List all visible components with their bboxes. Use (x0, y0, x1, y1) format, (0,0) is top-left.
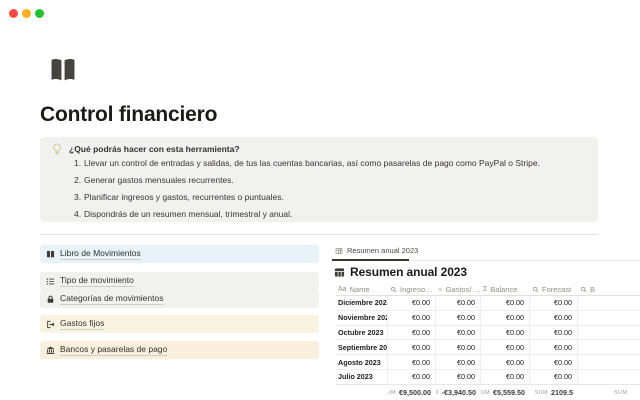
formula-property-icon: Σ (483, 286, 487, 293)
column-header-forecast[interactable]: Forecast (530, 285, 578, 294)
column-header-name[interactable]: Aa Name (336, 285, 388, 294)
footer-sum-ingresos[interactable]: UM €9,500.00 (388, 388, 436, 397)
table-view-icon (335, 247, 343, 255)
magnifier-icon (580, 286, 587, 293)
page-link-label: Libro de Movimientos (60, 248, 141, 260)
column-header-ingresos[interactable]: Ingreso… (388, 285, 436, 294)
page-link-tipo-de-movimiento[interactable]: Tipo de movimiento (40, 272, 319, 290)
table-footer-row: UM €9,500.00 SUM -€3,940.50 SUM €5,559.5… (336, 384, 640, 400)
tab-label: Resumen anual 2023 (347, 246, 418, 255)
page-link-label: Bancos y pasarelas de pago (60, 344, 167, 356)
close-window-button[interactable] (9, 9, 18, 18)
sign-out-icon (46, 320, 55, 329)
table-row[interactable]: Julio 2023 €0.00 €0.00 €0.00 €0.00 (336, 370, 640, 385)
footer-sum-balance[interactable]: SUM €5,559.50 (481, 388, 530, 397)
table-row[interactable]: Septiembre 2023 €0.00 €0.00 €0.00 €0.00 (336, 340, 640, 355)
table-header-row: Aa Name Ingreso… Gastos/ … Σ Balance (336, 283, 640, 296)
notion-window: Control financiero ¿Qué podrás hacer con… (0, 0, 640, 400)
active-tab-underline (332, 259, 409, 261)
lightbulb-icon (52, 143, 62, 155)
lock-icon (46, 295, 55, 304)
database-title-text: Resumen anual 2023 (350, 265, 467, 279)
tab-resumen-anual[interactable]: Resumen anual 2023 (332, 246, 421, 255)
page-link-bancos-y-pasarelas[interactable]: Bancos y pasarelas de pago (40, 341, 319, 359)
collection-view: Resumen anual 2023 Resumen anual 2023 Aa… (330, 245, 640, 400)
callout-block: ¿Qué podrás hacer con esta herramienta? … (40, 137, 598, 222)
column-header-b[interactable]: B (578, 285, 640, 294)
view-tabbar: Resumen anual 2023 (330, 245, 640, 261)
table-row[interactable]: Diciembre 2023 €0.00 €0.00 €0.00 €0.00 (336, 296, 640, 311)
table-row[interactable]: Noviembre 2023 €0.00 €0.00 €0.00 €0.00 (336, 311, 640, 326)
magnifier-icon (532, 286, 539, 293)
callout-list-item: 3.Planificar ingresos y gastos, recurren… (74, 192, 284, 202)
minimize-window-button[interactable] (22, 9, 31, 18)
table-row[interactable]: Octubre 2023 €0.00 €0.00 €0.00 €0.00 (336, 326, 640, 341)
divider (40, 234, 598, 235)
window-controls (9, 9, 44, 18)
callout-list-item: 4.Dispondrás de un resumen mensual, trim… (74, 209, 292, 219)
callout-title: ¿Qué podrás hacer con esta herramienta? (69, 144, 240, 154)
text-property-icon: Aa (338, 286, 347, 293)
page-link-label: Categorías de movimientos (60, 293, 163, 305)
magnifier-icon (438, 286, 443, 293)
open-book-icon[interactable] (48, 56, 78, 85)
database-title: Resumen anual 2023 (334, 265, 467, 279)
callout-list-item: 1.Llevar un control de entradas y salida… (74, 158, 540, 168)
page-link-label: Gastos fijos (60, 318, 104, 330)
callout-list-item: 2.Generar gastos mensuales recurrentes. (74, 175, 234, 185)
page-title: Control financiero (40, 103, 217, 127)
column-header-gastos[interactable]: Gastos/ … (436, 285, 481, 294)
table-row[interactable]: Agosto 2023 €0.00 €0.00 €0.00 €0.00 (336, 355, 640, 370)
footer-sum-forecast[interactable]: SUM 2109.5 (530, 388, 578, 397)
page-link-libro-de-movimientos[interactable]: Libro de Movimientos (40, 245, 319, 263)
page-link-gastos-fijos[interactable]: Gastos fijos (40, 315, 319, 333)
page-link-categorias-de-movimientos[interactable]: Categorías de movimientos (40, 290, 319, 308)
list-icon (46, 277, 55, 286)
footer-sum-gastos[interactable]: SUM -€3,940.50 (436, 388, 481, 397)
magnifier-icon (390, 286, 397, 293)
book-icon (46, 250, 55, 259)
footer-sum-b[interactable]: SUM (578, 390, 640, 396)
column-header-balance[interactable]: Σ Balance (481, 285, 530, 294)
bank-icon (46, 346, 55, 355)
summary-table: Aa Name Ingreso… Gastos/ … Σ Balance (336, 283, 640, 385)
spreadsheet-icon (334, 267, 345, 278)
zoom-window-button[interactable] (35, 9, 44, 18)
page-link-label: Tipo de movimiento (60, 275, 134, 287)
